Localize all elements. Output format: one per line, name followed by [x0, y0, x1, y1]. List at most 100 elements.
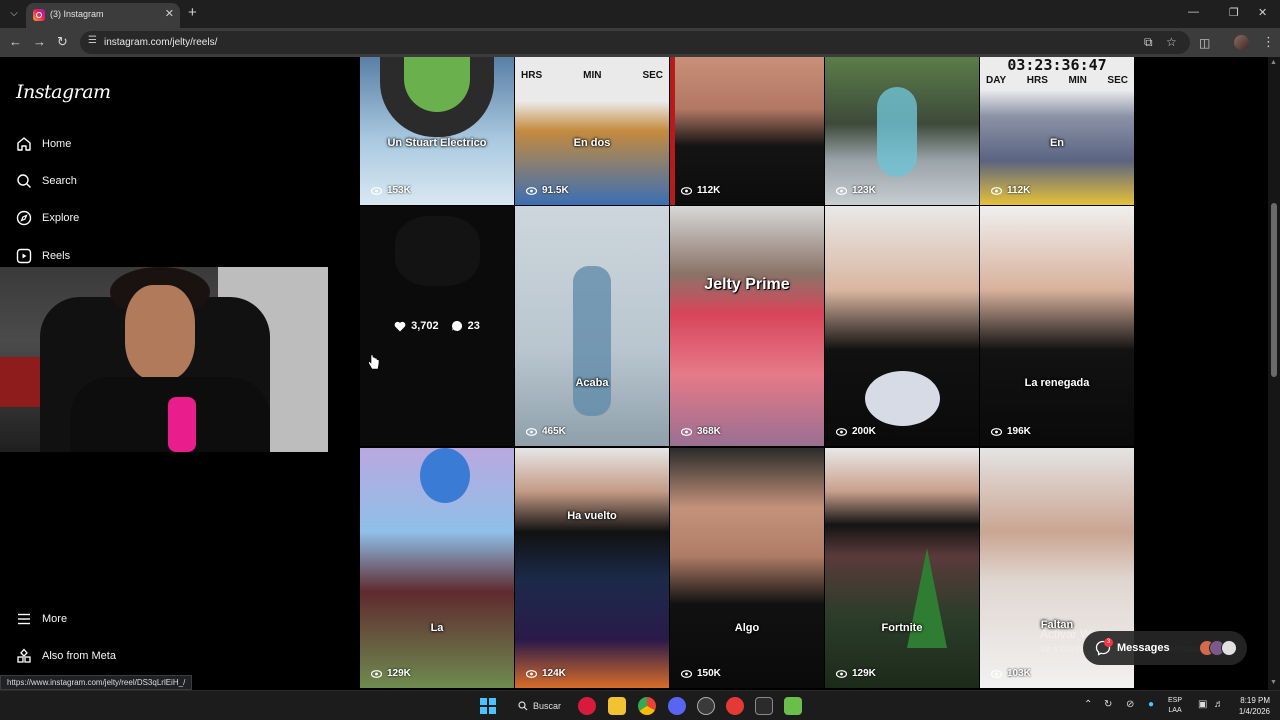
steam-app-icon[interactable]	[755, 697, 773, 715]
window-close-icon[interactable]: ✕	[1258, 6, 1267, 19]
sidebar-item-explore[interactable]: Explore	[16, 206, 79, 230]
reel-tile[interactable]: Un Stuart Electrico 153K	[360, 57, 514, 205]
reel-views: 200K	[836, 426, 876, 437]
countdown-timer: 03:23:36:47	[1007, 57, 1107, 74]
heart-icon	[394, 321, 406, 331]
minecraft-app-icon[interactable]	[784, 697, 802, 715]
taskbar-clock[interactable]: 8:19 PM 1/4/2026	[1228, 695, 1270, 717]
scroll-up-icon[interactable]: ▲	[1270, 59, 1277, 66]
reel-caption: La	[430, 622, 444, 634]
address-bar[interactable]: ☰ instagram.com/jelty/reels/ ⧉ ☆	[80, 31, 1190, 54]
sidebar-item-label: Explore	[42, 212, 80, 224]
sync-icon[interactable]: ↻	[1104, 699, 1112, 710]
tab-title: (3) Instagram	[50, 9, 104, 19]
reel-caption: Algo	[734, 622, 760, 634]
reel-views: 465K	[526, 426, 566, 437]
discord-app-icon[interactable]	[668, 697, 686, 715]
reel-views: 123K	[836, 185, 876, 196]
volume-icon[interactable]: ♬	[1214, 699, 1224, 710]
reel-tile[interactable]: Algo 150K	[670, 448, 824, 688]
file-explorer-icon[interactable]	[608, 697, 626, 715]
network-icon[interactable]: ▣	[1198, 699, 1207, 710]
instagram-favicon-icon	[33, 9, 45, 21]
url-text: instagram.com/jelty/reels/	[104, 37, 218, 48]
scroll-down-icon[interactable]: ▼	[1270, 679, 1277, 686]
eye-icon	[991, 186, 1002, 195]
taskbar-search[interactable]: Buscar	[508, 696, 568, 716]
scroll-thumb[interactable]	[1271, 203, 1277, 377]
bookmark-star-icon[interactable]: ☆	[1166, 35, 1177, 49]
reel-tile[interactable]: Jelty Prime 368K	[670, 206, 824, 446]
reload-icon[interactable]: ↻	[57, 34, 68, 50]
reel-views: 112K	[681, 185, 720, 196]
webcam-overlay	[0, 267, 328, 452]
microphone-icon	[168, 397, 196, 452]
reel-tile[interactable]: 03:23:36:47 DAY HRS MIN SEC En 112K	[980, 57, 1134, 205]
reel-tile[interactable]: La renegada 196K	[980, 206, 1134, 446]
language-indicator[interactable]: ESP LAA	[1168, 696, 1182, 716]
reels-icon	[16, 248, 32, 264]
messages-badge: 3	[1104, 638, 1113, 647]
chrome-app-icon[interactable]	[638, 697, 656, 715]
eye-icon	[371, 186, 382, 195]
install-app-icon[interactable]: ⧉	[1144, 35, 1153, 50]
microphone-icon[interactable]: ●	[1148, 699, 1154, 710]
search-icon	[518, 701, 528, 711]
reel-tile[interactable]: HRS MIN SEC En dos 91.5K	[515, 57, 669, 205]
back-arrow-icon[interactable]: ←	[9, 34, 22, 49]
browser-tab-instagram[interactable]: (3) Instagram ✕	[26, 3, 180, 28]
reel-views: 91.5K	[526, 185, 569, 196]
sidebar-item-home[interactable]: Home	[16, 132, 71, 156]
status-bar-url: https://www.instagram.com/jelty/reel/DS3…	[0, 675, 193, 690]
tab-close-icon[interactable]: ✕	[165, 7, 174, 20]
forward-arrow-icon[interactable]: →	[33, 34, 46, 49]
reel-tile[interactable]: Ha vuelto 124K	[515, 448, 669, 688]
messages-label: Messages	[1117, 642, 1170, 654]
reel-tile[interactable]: Fortnite 129K	[825, 448, 979, 688]
reel-tile[interactable]: 123K	[825, 57, 979, 205]
countdown-units: DAY HRS MIN SEC	[986, 75, 1128, 86]
reel-tile[interactable]: 200K	[825, 206, 979, 446]
site-info-icon[interactable]: ☰	[88, 35, 97, 46]
tray-chevron-icon[interactable]: ⌃	[1084, 699, 1092, 710]
reel-caption: Ha vuelto	[567, 510, 617, 522]
minimize-icon[interactable]: —	[1188, 6, 1199, 18]
new-tab-button[interactable]: +	[188, 4, 197, 21]
sidebar-item-label: Reels	[42, 250, 71, 262]
reel-caption: Fortnite	[881, 622, 923, 634]
sidebar-item-label: Home	[42, 138, 72, 150]
sidebar-item-label: Search	[42, 175, 77, 187]
sidebar-item-reels[interactable]: Reels	[16, 244, 70, 268]
reels-grid: Un Stuart Electrico 153K HRS MIN SEC En do…	[360, 57, 1134, 690]
tab-search-button[interactable]: ⌵	[5, 5, 23, 23]
sidebar-item-also-from-meta[interactable]: Also from Meta	[16, 644, 116, 668]
reel-caption: Un Stuart Electrico	[387, 137, 487, 149]
hamburger-icon	[18, 613, 30, 625]
reel-tile[interactable]: Acaba 465K	[515, 206, 669, 446]
reel-hover-stats: 3,702 23	[360, 320, 514, 332]
instagram-logo[interactable]: Instagram	[16, 81, 111, 103]
reel-tile[interactable]: 112K	[670, 57, 824, 205]
opera-app-icon[interactable]	[578, 697, 596, 715]
restore-icon[interactable]: ❐	[1229, 6, 1239, 19]
obs-app-icon[interactable]	[697, 697, 715, 715]
avatar	[1221, 640, 1237, 656]
reel-views: 103K	[991, 668, 1031, 679]
reel-tile[interactable]: La 129K	[360, 448, 514, 688]
eye-icon	[836, 427, 847, 436]
eye-off-icon[interactable]: ⊘	[1126, 699, 1134, 710]
sidebar-item-search[interactable]: Search	[16, 169, 77, 193]
reel-views: 153K	[371, 185, 411, 196]
sidebar-item-more[interactable]: More	[16, 607, 67, 631]
browser-menu-icon[interactable]: ⋮	[1262, 34, 1275, 50]
browser-tabbar: ⌵ (3) Instagram ✕ + — ❐ ✕	[0, 0, 1280, 28]
reel-tile-hovered[interactable]: 3,702 23	[360, 206, 514, 446]
page-scrollbar[interactable]: ▲ ▼	[1268, 57, 1280, 690]
profile-avatar-icon[interactable]	[1234, 35, 1249, 50]
eye-icon	[681, 186, 692, 195]
extensions-icon[interactable]: ◫	[1199, 36, 1210, 50]
capcut-app-icon[interactable]	[726, 697, 744, 715]
windows-start-icon[interactable]	[480, 698, 496, 714]
messages-button[interactable]: 3 Messages	[1083, 631, 1247, 665]
reel-caption: Acaba	[575, 377, 609, 389]
